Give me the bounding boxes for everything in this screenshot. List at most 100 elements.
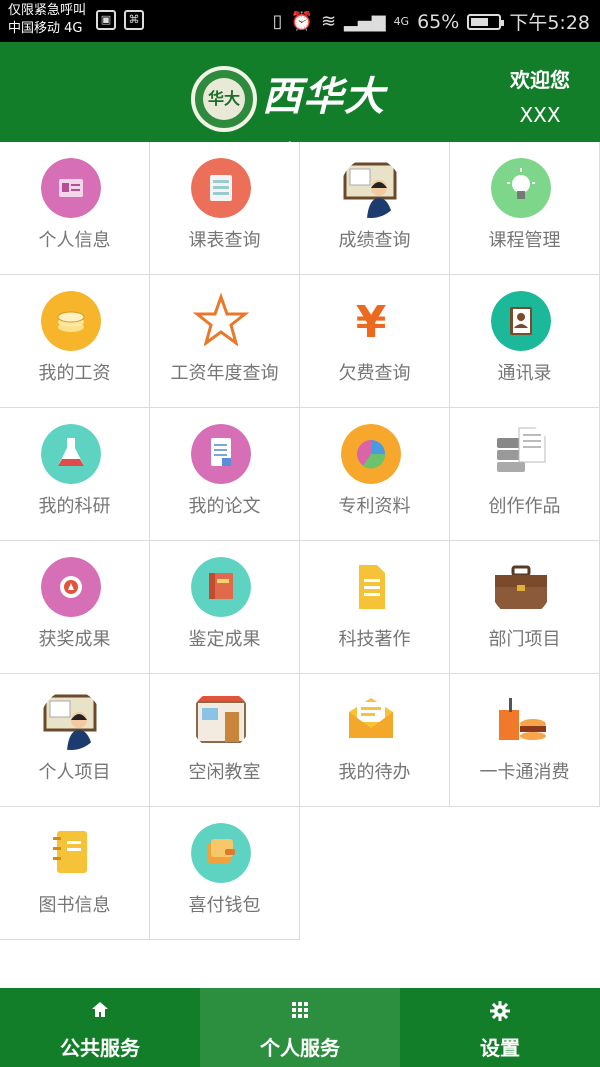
grid-item-6[interactable]: ¥ 欠费查询	[300, 275, 450, 408]
food-drink-icon	[491, 690, 551, 750]
seal-text: 华大	[203, 78, 245, 120]
contacts-book-icon	[491, 291, 551, 351]
app-header: 华大 西华大学 欢迎您 XXX	[0, 42, 600, 186]
carrier-text: 中国移动 4G	[8, 21, 83, 36]
nav-label: 公共服务	[60, 1036, 140, 1060]
clock: 下午5:28	[509, 12, 590, 34]
grid-item-2[interactable]: 成绩查询	[300, 142, 450, 275]
grid-item-label: 个人项目	[38, 762, 111, 782]
grid-item-4[interactable]: 我的工资	[0, 275, 150, 408]
medal-icon	[41, 557, 101, 617]
status-indicators: ▯ ⏰ ≋ ▂▄▆ 4G 65% 下午5:28	[273, 8, 590, 35]
envelope-icon	[341, 690, 401, 750]
grid-item-label: 喜付钱包	[188, 895, 261, 915]
welcome-block: 欢迎您 XXX	[500, 64, 580, 127]
alarm-icon: ⏰	[290, 11, 313, 32]
grid-item-label: 获奖成果	[38, 629, 111, 649]
university-name: 西华大学	[262, 73, 385, 186]
id-card-icon	[41, 158, 101, 218]
grid-item-label: 我的工资	[38, 363, 111, 383]
wallet-icon	[191, 823, 251, 883]
nav-label: 个人服务	[260, 1036, 340, 1060]
network-type: 4G	[393, 15, 410, 28]
nav-personal-services[interactable]: 个人服务	[200, 988, 400, 1067]
svg-text:¥: ¥	[356, 297, 387, 348]
grid-item-label: 我的论文	[188, 496, 261, 516]
flask-icon	[41, 424, 101, 484]
nav-settings[interactable]: 设置	[400, 988, 600, 1067]
grid-item-13[interactable]: 鉴定成果	[150, 541, 300, 674]
grid-item-19[interactable]: 一卡通消费	[450, 674, 600, 807]
yen-icon: ¥	[341, 291, 401, 351]
nav-public-services[interactable]: 公共服务	[0, 988, 200, 1067]
grid-item-label: 我的科研	[38, 496, 111, 516]
battery-icon	[467, 13, 505, 30]
book-icon	[191, 557, 251, 617]
grid-item-8[interactable]: 我的科研	[0, 408, 150, 541]
server-document-icon	[491, 424, 551, 484]
teacher-board-icon	[341, 158, 401, 218]
grid-item-label: 图书信息	[38, 895, 111, 915]
notification-icons: ▣ ⌘	[96, 10, 144, 30]
grid-item-label: 欠费查询	[338, 363, 411, 383]
nav-label: 设置	[480, 1036, 520, 1060]
grid-item-16[interactable]: 个人项目	[0, 674, 150, 807]
grid-item-label: 课程管理	[488, 230, 561, 250]
vibrate-icon: ▯	[272, 11, 283, 32]
star-icon	[191, 291, 251, 351]
emergency-call-text: 仅限紧急呼叫	[8, 3, 87, 18]
home-icon	[0, 1000, 200, 1020]
grid-item-14[interactable]: 科技著作	[300, 541, 450, 674]
grid-item-label: 课表查询	[188, 230, 261, 250]
briefcase-icon	[491, 557, 551, 617]
grid-item-5[interactable]: 工资年度查询	[150, 275, 300, 408]
battery-percent: 65%	[417, 10, 460, 33]
welcome-text: 欢迎您	[510, 68, 570, 92]
teacher-board-icon	[41, 690, 101, 750]
notebook-icon	[41, 823, 101, 883]
grid-item-21[interactable]: 喜付钱包	[150, 807, 300, 940]
grid-item-17[interactable]: 空闲教室	[150, 674, 300, 807]
grid-item-label: 成绩查询	[338, 230, 411, 250]
username: XXX	[519, 103, 561, 127]
grid-item-label: 通讯录	[497, 363, 552, 383]
grid-item-3[interactable]: 课程管理	[450, 142, 600, 275]
grid-item-label: 空闲教室	[188, 762, 261, 782]
wifi-icon: ≋	[320, 11, 337, 32]
grid-item-7[interactable]: 通讯录	[450, 275, 600, 408]
app-notification-icon: ⌘	[124, 10, 144, 30]
grid-item-label: 科技著作	[338, 629, 411, 649]
service-grid: 个人信息 课表查询 成绩查询 课程管理 我的工资 工资年度查询 ¥ 欠费查询 通讯录 我的科研 我的…	[0, 142, 600, 940]
grid-item-label: 专利资料	[338, 496, 411, 516]
document-icon	[191, 424, 251, 484]
classroom-icon	[191, 690, 251, 750]
bottom-nav: 公共服务 个人服务 设置	[0, 988, 600, 1067]
carrier-info: 仅限紧急呼叫 中国移动 4G	[8, 2, 86, 38]
lightbulb-icon	[491, 158, 551, 218]
grid-item-label: 工资年度查询	[170, 363, 279, 383]
grid-icon	[200, 1000, 400, 1020]
grid-item-15[interactable]: 部门项目	[450, 541, 600, 674]
grid-item-1[interactable]: 课表查询	[150, 142, 300, 275]
grid-item-9[interactable]: 我的论文	[150, 408, 300, 541]
grid-item-label: 鉴定成果	[188, 629, 261, 649]
grid-item-label: 创作作品	[488, 496, 561, 516]
grid-item-12[interactable]: 获奖成果	[0, 541, 150, 674]
status-bar: 仅限紧急呼叫 中国移动 4G ▣ ⌘ ▯ ⏰ ≋ ▂▄▆ 4G 65% 下午5:…	[0, 0, 600, 42]
grid-item-label: 部门项目	[488, 629, 561, 649]
grid-item-label: 我的待办	[338, 762, 411, 782]
image-notification-icon: ▣	[96, 10, 116, 30]
list-icon	[191, 158, 251, 218]
grid-item-18[interactable]: 我的待办	[300, 674, 450, 807]
grid-item-0[interactable]: 个人信息	[0, 142, 150, 275]
grid-item-label: 个人信息	[38, 230, 111, 250]
grid-item-11[interactable]: 创作作品	[450, 408, 600, 541]
paper-icon	[341, 557, 401, 617]
coins-icon	[41, 291, 101, 351]
university-seal-logo: 华大	[191, 66, 257, 132]
signal-icon: ▂▄▆	[344, 11, 386, 32]
grid-item-label: 一卡通消费	[479, 762, 570, 782]
grid-item-10[interactable]: 专利资料	[300, 408, 450, 541]
grid-item-20[interactable]: 图书信息	[0, 807, 150, 940]
gear-icon	[400, 1000, 600, 1021]
